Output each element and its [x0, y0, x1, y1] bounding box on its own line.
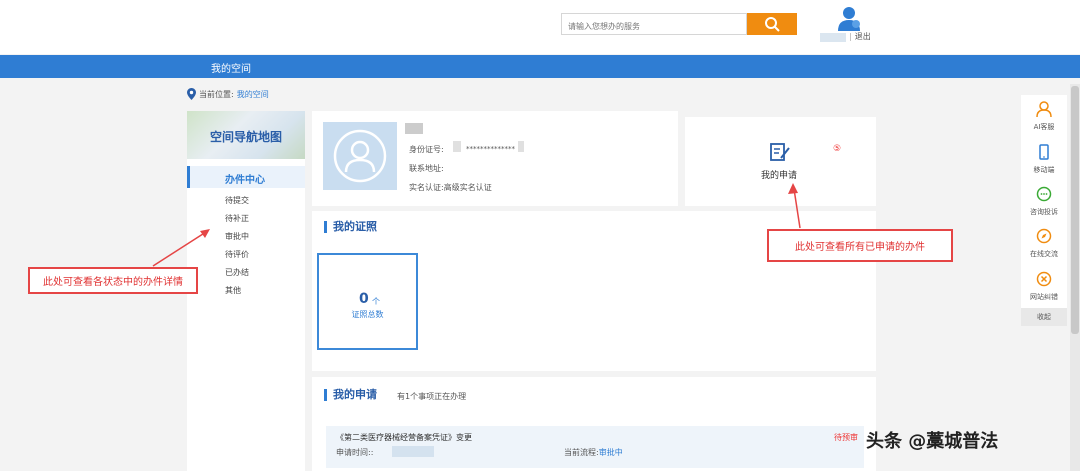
user-name-masked: [820, 33, 846, 42]
logout-link[interactable]: | 退出: [849, 31, 871, 42]
sidebar-section-title: 办件中心: [225, 175, 265, 186]
applications-title: 我的申请: [324, 389, 377, 401]
ai-service-icon[interactable]: [1036, 101, 1052, 117]
sidebar-item-completed[interactable]: 已办结: [225, 267, 249, 278]
profile-id-mask: [453, 141, 461, 152]
mobile-icon[interactable]: [1036, 144, 1052, 160]
profile-auth-value: 高级实名认证: [443, 183, 492, 192]
profile-id-label: 身份证号:: [409, 145, 444, 154]
sidebar-item-pending-rating[interactable]: 待评价: [225, 249, 249, 260]
my-applications-card[interactable]: ⑤ 我的申请: [685, 117, 876, 206]
my-applications-count-badge: ⑤: [833, 144, 842, 154]
toolbar-mobile-label[interactable]: 移动端: [1021, 165, 1067, 175]
user-avatar-icon[interactable]: [835, 4, 863, 32]
toolbar-ai-service-label[interactable]: AI客服: [1021, 122, 1067, 132]
application-date-value: :: [370, 448, 374, 457]
application-status-badge: 待预审: [834, 433, 858, 442]
profile-id-mask-end: [518, 141, 524, 152]
breadcrumb-current[interactable]: 我的空间: [237, 89, 269, 100]
nav-title[interactable]: 我的空间: [211, 60, 251, 75]
toolbar-error-report-label[interactable]: 网站纠错: [1021, 292, 1067, 302]
certificate-count: 0: [359, 291, 369, 307]
watermark: 头条 @藁城普法: [866, 431, 999, 452]
error-report-icon[interactable]: [1036, 271, 1052, 287]
application-process: 当前流程:审批中: [564, 447, 623, 458]
sidebar-item-pending-submit[interactable]: 待提交: [225, 195, 249, 206]
chat-bubble-icon[interactable]: [1036, 186, 1052, 202]
sidebar-section-case-center[interactable]: 办件中心: [187, 166, 305, 188]
application-date-label: 申请时间:: [336, 448, 371, 457]
main-nav-bar: 我的空间: [0, 55, 1080, 78]
annotation-right: 此处可查看所有已申请的办件: [767, 229, 953, 262]
nav-map-title: 空间导航地图: [209, 130, 282, 144]
applications-subtitle: 有1个事项正在办理: [397, 392, 467, 401]
application-row[interactable]: 《第二类医疗器械经营备案凭证》变更 申请时间:: 当前流程:审批中 待预审: [326, 426, 864, 468]
user-placeholder-icon: [333, 129, 387, 183]
application-date: 申请时间::: [336, 447, 373, 458]
search-field[interactable]: [561, 13, 747, 37]
search-button[interactable]: [747, 13, 797, 35]
sidebar-item-pending-correction[interactable]: 待补正: [225, 213, 249, 224]
compass-icon[interactable]: [1036, 228, 1052, 244]
breadcrumb-prefix: 当前位置:: [199, 89, 234, 99]
profile-id-value: **************: [466, 145, 515, 153]
my-applications-label: 我的申请: [761, 171, 798, 181]
profile-auth-label: 实名认证:: [409, 183, 444, 192]
applications-section: 我的申请 有1个事项正在办理 《第二类医疗器械经营备案凭证》变更 申请时间:: …: [312, 377, 876, 471]
application-title[interactable]: 《第二类医疗器械经营备案凭证》变更: [336, 432, 472, 443]
profile-address-label: 联系地址:: [409, 164, 444, 173]
certificate-count-box[interactable]: 0 个 证照总数: [317, 253, 418, 350]
sidebar-item-other[interactable]: 其他: [225, 285, 241, 296]
application-date-mask: [392, 446, 434, 457]
separator: |: [849, 32, 852, 41]
search-icon: [765, 17, 780, 32]
avatar: [323, 122, 397, 190]
right-toolbar: AI客服 移动端 咨询投诉 在线交流 网站纠错 收起: [1021, 95, 1067, 326]
certificate-count-unit: 个: [372, 297, 380, 306]
certificates-title: 我的证照: [324, 221, 377, 233]
profile-name-masked: [405, 123, 423, 134]
logout-label[interactable]: 退出: [855, 32, 871, 41]
profile-auth-line: 实名认证:高级实名认证: [409, 182, 492, 193]
top-bar: |退出: [0, 0, 1080, 54]
location-pin-icon: [187, 88, 196, 100]
page-scrollbar[interactable]: [1070, 84, 1080, 471]
application-process-label: 当前流程:: [564, 448, 599, 457]
search-input[interactable]: [566, 16, 746, 37]
edit-document-icon: [770, 143, 790, 161]
toolbar-collapse-button[interactable]: 收起: [1021, 308, 1067, 326]
annotation-left: 此处可查看各状态中的办件详情: [28, 267, 198, 294]
nav-map-banner[interactable]: 空间导航地图: [187, 111, 305, 159]
toolbar-complaint-label[interactable]: 咨询投诉: [1021, 207, 1067, 217]
sidebar-item-under-review[interactable]: 审批中: [225, 231, 249, 242]
certificate-count-label: 证照总数: [351, 310, 384, 319]
breadcrumb: 当前位置: 我的空间: [187, 88, 269, 100]
toolbar-online-chat-label[interactable]: 在线交流: [1021, 249, 1067, 259]
profile-card: 身份证号: ************** 联系地址: 实名认证:高级实名认证: [312, 111, 678, 206]
application-process-value: 审批中: [598, 448, 623, 457]
scrollbar-thumb[interactable]: [1071, 86, 1079, 334]
sidebar: 空间导航地图 办件中心 待提交 待补正 审批中 待评价 已办结 其他: [187, 111, 305, 471]
